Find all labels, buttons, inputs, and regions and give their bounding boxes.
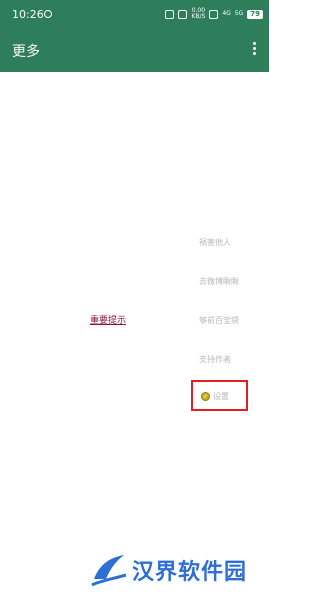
menu-item-harm-others[interactable]: 祸害他人	[199, 237, 231, 248]
more-options-icon[interactable]	[247, 40, 261, 62]
app-bar: 更多	[0, 30, 269, 72]
menu-item-support-author[interactable]: 支持作者	[199, 354, 231, 365]
watermark-text: 汉界软件园	[132, 560, 248, 585]
signal-5g: 5G	[234, 10, 244, 17]
menu-item-treasure-bag[interactable]: 够前百宝袋	[199, 315, 239, 326]
page-title: 更多	[12, 44, 40, 60]
settings-highlight-box	[191, 380, 248, 411]
notification-icon	[44, 10, 52, 18]
alarm-icon	[165, 9, 175, 19]
vibrate-icon	[178, 9, 188, 19]
battery-icon: 79	[247, 9, 263, 19]
network-speed: 0.00 KB/S	[191, 7, 206, 20]
menu-item-weibo[interactable]: 去微博瞅瞅	[199, 276, 239, 287]
status-icons: 0.00 KB/S 4G 5G 79	[165, 7, 263, 21]
wifi-icon	[209, 9, 219, 19]
status-time: 10:26	[12, 8, 44, 21]
status-bar: 10:26 0.00 KB/S 4G 5G 79	[0, 0, 269, 30]
signal-4g: 4G	[222, 10, 231, 17]
watermark: 汉界软件园	[90, 553, 247, 587]
watermark-logo-icon	[91, 555, 127, 587]
important-tip-link[interactable]: 重要提示	[90, 313, 126, 326]
